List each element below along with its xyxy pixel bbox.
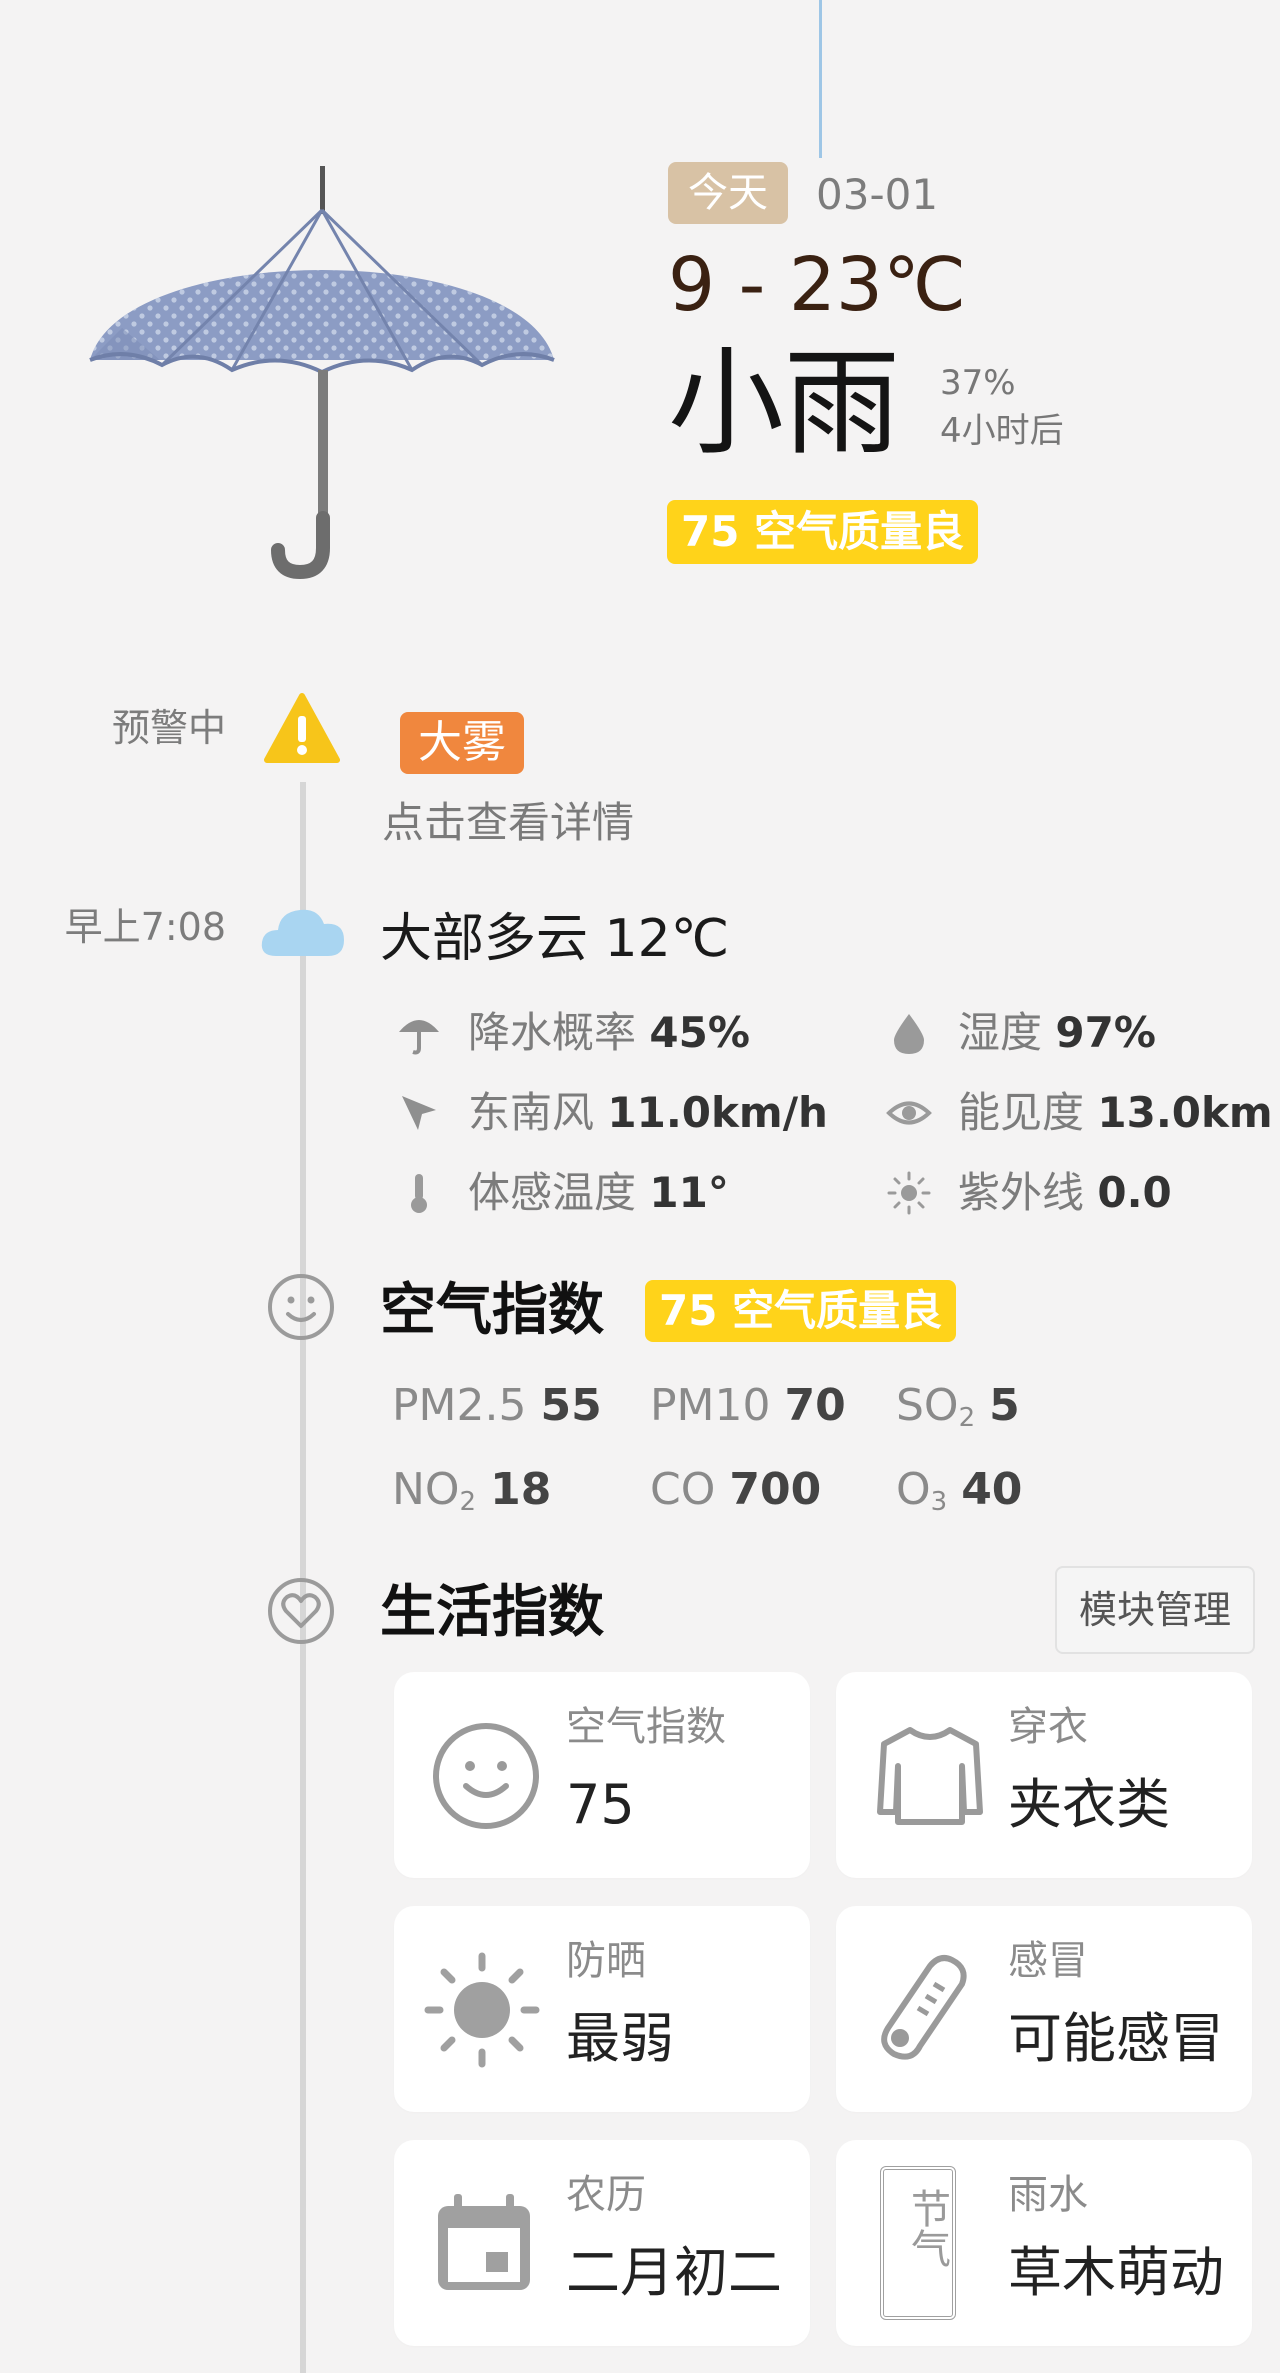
card-title: 农历 <box>566 2172 646 2218</box>
module-manage-button[interactable]: 模块管理 <box>1055 1566 1255 1654</box>
wind-direction-icon <box>402 1096 436 1130</box>
card-title: 感冒 <box>1008 1938 1088 1984</box>
card-value: 可能感冒 <box>1008 2007 1224 2070</box>
temperature-range: 9 - 23℃ <box>668 242 967 328</box>
card-title: 防晒 <box>566 1938 646 1984</box>
uv-stat-value: 0.0 <box>1097 1168 1172 1217</box>
aqi-badge-air[interactable]: 75 空气质量良 <box>645 1280 957 1342</box>
thermometer-small-icon <box>411 1174 427 1213</box>
wind-stat-label: 东南风 <box>468 1088 595 1137</box>
solar-term-icon: 节气 <box>880 2166 956 2320</box>
droplet-icon <box>894 1014 924 1054</box>
observation-time: 早上7:08 <box>64 905 226 949</box>
smiley-icon <box>433 1723 539 1829</box>
view-details-link[interactable]: 点击查看详情 <box>382 796 634 850</box>
o3-reading: O3 40 <box>896 1464 1023 1517</box>
umbrella-icon <box>89 166 555 580</box>
cloud-icon <box>261 909 344 956</box>
wind-stat-value: 11.0km/h <box>607 1088 828 1137</box>
pm25-reading: PM2.5 55 <box>392 1380 602 1431</box>
precip-time: 4小时后 <box>940 411 1064 451</box>
sun-icon <box>424 1952 540 2068</box>
current-weather-summary: 大部多云 12℃ <box>380 909 730 969</box>
warning-status-label: 预警中 <box>111 706 226 750</box>
card-value: 最弱 <box>566 2007 674 2070</box>
weather-condition: 小雨 <box>668 336 900 471</box>
co-reading: CO 700 <box>650 1464 822 1515</box>
card-title: 空气指数 <box>566 1704 726 1750</box>
calendar-icon <box>438 2194 530 2290</box>
air-index-title: 空气指数 <box>380 1278 604 1343</box>
warning-icon <box>264 693 340 763</box>
card-title: 穿衣 <box>1008 1704 1088 1750</box>
life-index-title: 生活指数 <box>380 1580 604 1645</box>
feels-stat-value: 11° <box>649 1168 729 1217</box>
card-value: 夹衣类 <box>1008 1773 1170 1836</box>
uv-sun-icon <box>887 1171 931 1215</box>
card-clothing[interactable]: 穿衣 夹衣类 <box>836 1672 1252 1878</box>
card-value: 二月初二 <box>566 2241 782 2304</box>
so2-reading: SO2 5 <box>896 1380 1020 1433</box>
feels-stat-label: 体感温度 <box>468 1168 637 1217</box>
card-air-index[interactable]: 空气指数 75 <box>394 1672 810 1878</box>
sweater-icon <box>877 1727 983 1825</box>
no2-reading: NO2 18 <box>392 1464 552 1517</box>
visibility-stat-label: 能见度 <box>958 1088 1085 1137</box>
timeline-top-accent <box>819 0 822 158</box>
umbrella-small-icon <box>399 1020 439 1055</box>
precip-stat-value: 45% <box>649 1008 750 1057</box>
pm10-reading: PM10 70 <box>650 1380 846 1431</box>
humidity-stat-label: 湿度 <box>958 1008 1043 1057</box>
smiley-circle-icon <box>268 1274 334 1340</box>
solar-term-icon-text: 节气 <box>904 2188 950 2268</box>
card-solar-term[interactable]: 节气 雨水 草木萌动 <box>836 2140 1252 2346</box>
visibility-stat-value: 13.0km <box>1097 1088 1273 1137</box>
humidity-stat-value: 97% <box>1055 1008 1156 1057</box>
card-value: 草木萌动 <box>1008 2241 1224 2304</box>
today-tag: 今天 <box>668 162 788 224</box>
uv-stat-label: 紫外线 <box>958 1168 1085 1217</box>
aqi-badge-top[interactable]: 75 空气质量良 <box>667 500 979 564</box>
heart-circle-icon <box>268 1578 334 1644</box>
eye-icon <box>886 1101 932 1125</box>
precip-probability: 37% <box>940 363 1016 403</box>
forecast-date: 03-01 <box>816 170 939 219</box>
precip-stat-label: 降水概率 <box>468 1008 637 1057</box>
thermometer-icon <box>881 1955 967 2060</box>
fog-warning-tag[interactable]: 大雾 <box>400 712 524 774</box>
card-value: 75 <box>566 1773 635 1836</box>
card-sunscreen[interactable]: 防晒 最弱 <box>394 1906 810 2112</box>
card-title: 雨水 <box>1008 2172 1088 2218</box>
card-cold[interactable]: 感冒 可能感冒 <box>836 1906 1252 2112</box>
card-lunar-calendar[interactable]: 农历 二月初二 <box>394 2140 810 2346</box>
visibility-stat: 能见度 13.0km <box>886 1086 1280 1146</box>
